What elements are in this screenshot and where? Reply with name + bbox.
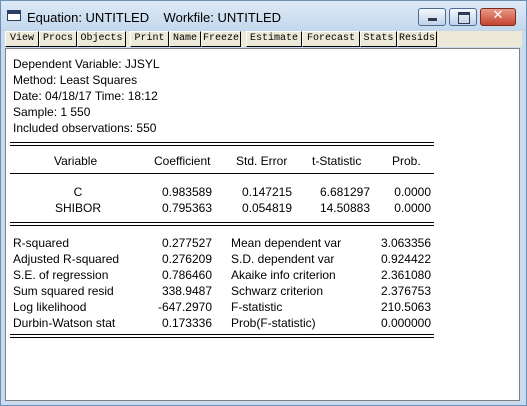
stat-label-2: S.D. dependent var [231, 252, 335, 266]
minimize-icon [428, 18, 437, 21]
stat-label-2: Schwarz criterion [231, 284, 324, 298]
freeze-button[interactable]: Freeze [201, 31, 241, 47]
stat-value-2: 2.361080 [380, 268, 431, 282]
stat-label: R-squared [13, 236, 70, 250]
row-coefficient: 0.795363 [161, 201, 212, 215]
table-top-rule-2 [10, 145, 434, 146]
procs-button[interactable]: Procs [39, 31, 77, 47]
header-std-error: Std. Error [236, 154, 288, 168]
estimate-button[interactable]: Estimate [246, 31, 302, 47]
stat-label: Sum squared resid [13, 284, 114, 298]
stat-label: S.E. of regression [13, 268, 109, 282]
table-mid-rule [10, 222, 434, 223]
stat-value: -647.2970 [157, 300, 212, 314]
row-coefficient: 0.983589 [161, 185, 212, 199]
output-panel: Dependent Variable: JJSYL Method: Least … [5, 48, 520, 401]
name-button[interactable]: Name [169, 31, 201, 47]
table-header-rule [10, 173, 434, 174]
stat-value: 0.173336 [161, 316, 212, 330]
title-bar[interactable]: Equation: UNTITLED Workfile: UNTITLED ✕ [1, 1, 526, 31]
stat-value-2: 2.376753 [380, 284, 431, 298]
stat-label-2: Akaike info criterion [231, 268, 336, 282]
stats-button[interactable]: Stats [360, 31, 397, 47]
stat-value: 0.277527 [161, 236, 212, 250]
stat-value: 0.276209 [161, 252, 212, 266]
table-bottom-rule-2 [10, 337, 434, 338]
method-line: Method: Least Squares [13, 73, 138, 87]
close-button[interactable]: ✕ [480, 8, 516, 26]
stat-label-2: Prob(F-statistic) [231, 316, 316, 330]
maximize-icon [458, 12, 470, 24]
row-t-statistic: 6.681297 [319, 185, 370, 199]
close-icon: ✕ [492, 8, 504, 23]
row-variable: SHIBOR [54, 201, 101, 215]
stat-label: Log likelihood [13, 300, 87, 314]
header-coefficient: Coefficient [154, 154, 211, 168]
stat-value-2: 3.063356 [380, 236, 431, 250]
header-variable: Variable [54, 154, 98, 168]
date-line: Date: 04/18/17 Time: 18:12 [13, 89, 158, 103]
table-top-rule [10, 142, 434, 143]
header-t-statistic: t-Statistic [312, 154, 362, 168]
view-button[interactable]: View [5, 31, 39, 47]
row-std-error: 0.147215 [241, 185, 292, 199]
row-prob: 0.0000 [394, 185, 431, 199]
stat-label-2: F-statistic [231, 300, 283, 314]
minimize-button[interactable] [418, 8, 446, 26]
row-std-error: 0.054819 [241, 201, 292, 215]
window-title: Equation: UNTITLED Workfile: UNTITLED [27, 10, 282, 25]
forecast-button[interactable]: Forecast [302, 31, 360, 47]
equation-window: Equation: UNTITLED Workfile: UNTITLED ✕ … [0, 0, 527, 406]
row-prob: 0.0000 [394, 201, 431, 215]
print-button[interactable]: Print [130, 31, 169, 47]
sample-line: Sample: 1 550 [13, 105, 91, 119]
row-variable: C [73, 185, 83, 199]
table-mid-rule-2 [10, 225, 434, 226]
stat-value-2: 0.924422 [380, 252, 431, 266]
observations-line: Included observations: 550 [13, 121, 157, 135]
row-t-statistic: 14.50883 [319, 201, 370, 215]
resids-button[interactable]: Resids [397, 31, 437, 47]
stat-label: Adjusted R-squared [13, 252, 120, 266]
table-bottom-rule [10, 334, 434, 335]
stat-value-2: 0.000000 [380, 316, 431, 330]
header-prob: Prob. [392, 154, 421, 168]
stat-value: 0.786460 [161, 268, 212, 282]
dependent-variable-line: Dependent Variable: JJSYL [13, 57, 160, 71]
stat-value-2: 210.5063 [380, 300, 431, 314]
stat-value: 338.9487 [161, 284, 212, 298]
stat-label-2: Mean dependent var [231, 236, 342, 250]
stat-label: Durbin-Watson stat [13, 316, 116, 330]
window-icon [7, 10, 21, 21]
toolbar: View Procs Objects Print Name Freeze Est… [5, 31, 522, 47]
objects-button[interactable]: Objects [77, 31, 126, 47]
maximize-button[interactable] [449, 8, 477, 26]
